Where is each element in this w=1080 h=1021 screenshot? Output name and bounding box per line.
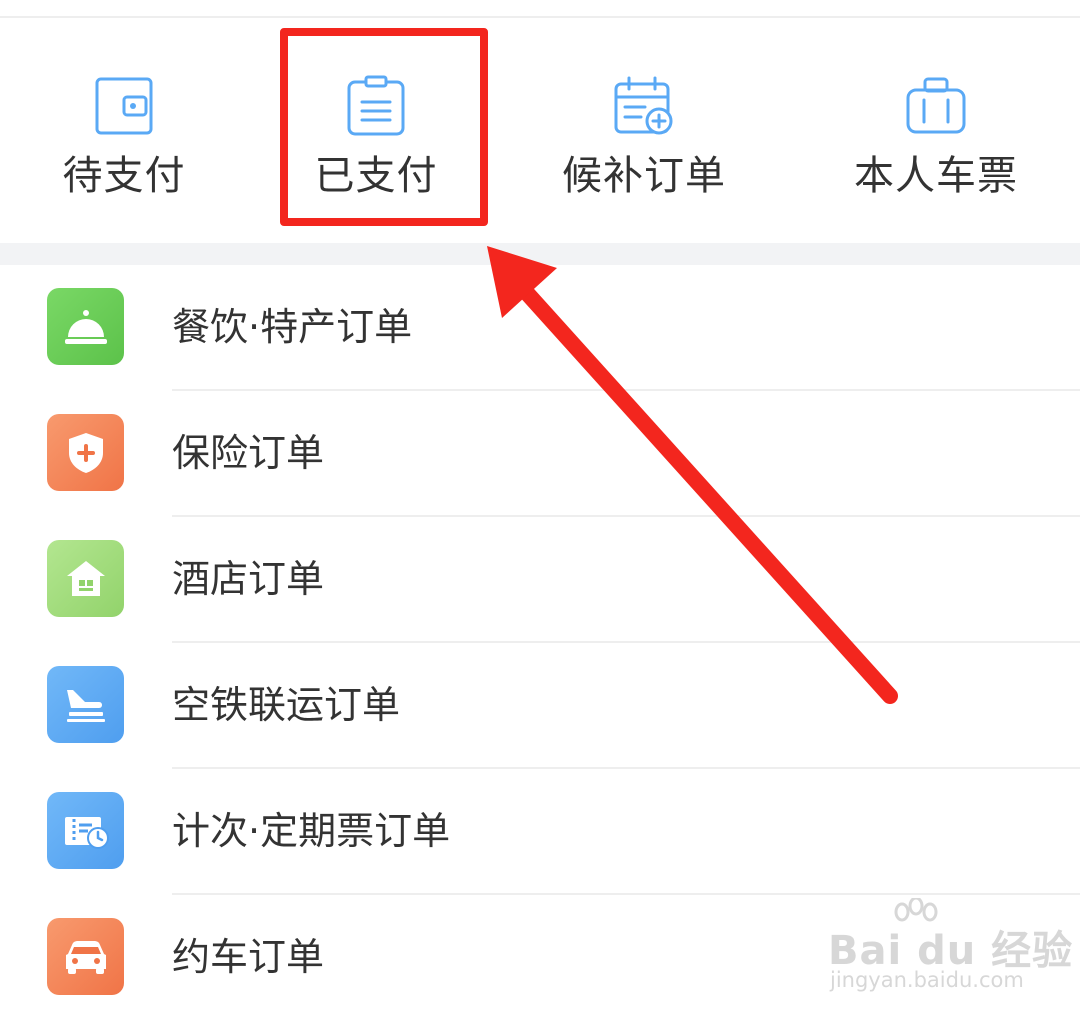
annotation-arrow	[487, 246, 898, 704]
watermark-url-text: jingyan.baidu.com	[830, 968, 1024, 992]
baidu-jingyan-watermark: Bai du 经验 jingyan.baidu.com	[828, 892, 1072, 1002]
